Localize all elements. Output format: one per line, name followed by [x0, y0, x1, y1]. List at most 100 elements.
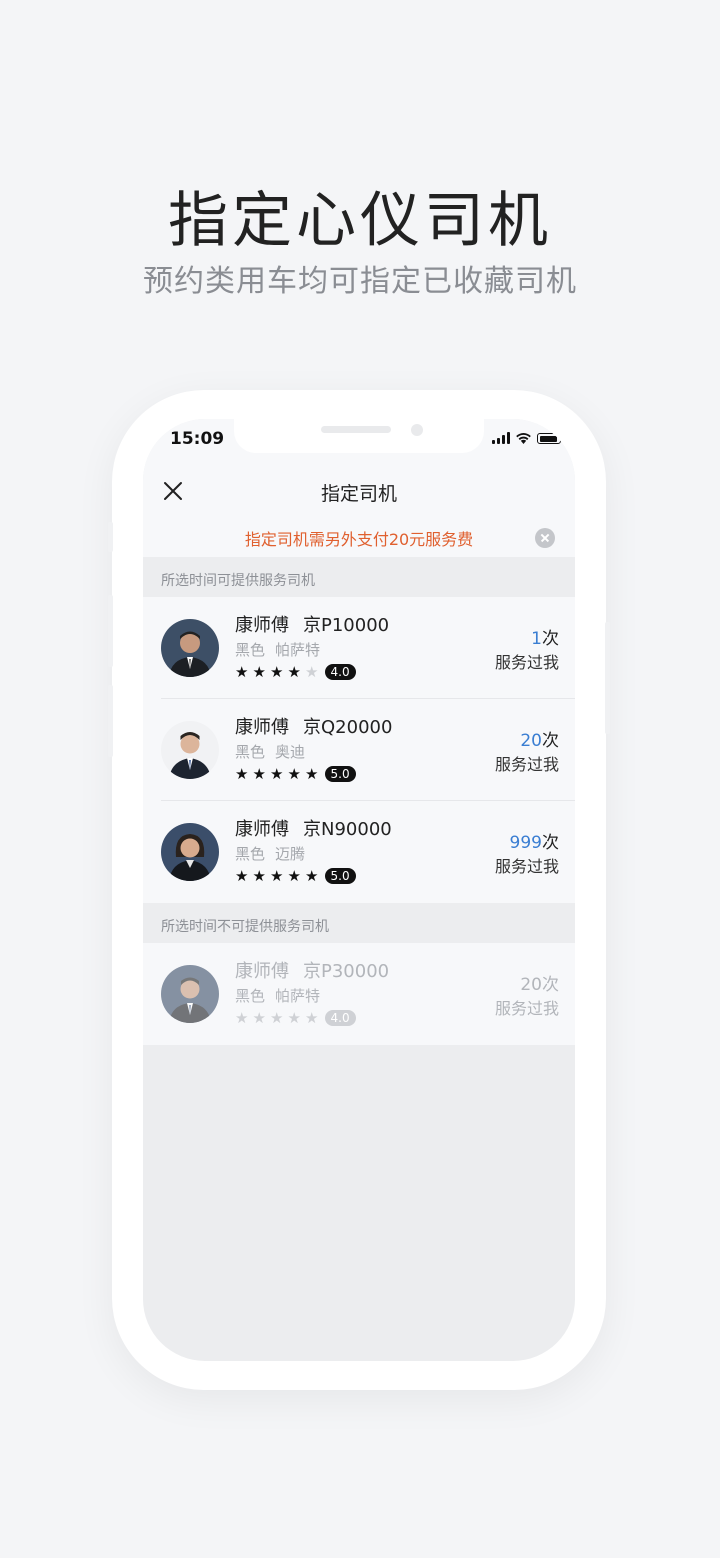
- served-me-label: 服务过我: [494, 857, 559, 876]
- service-count: 20次: [520, 970, 559, 995]
- driver-name-line: 康师傅 京P10000: [235, 611, 389, 637]
- phone-side-button: [108, 595, 113, 667]
- driver-row[interactable]: 康师傅 京N90000 黑色 迈腾 ★ ★ ★ ★ ★ 5.0 999次 服务过我: [143, 801, 575, 903]
- service-count: 20次: [520, 726, 559, 751]
- driver-name-line: 康师傅 京Q20000: [235, 713, 392, 739]
- star-icon: ★: [270, 1009, 284, 1027]
- star-icon: ★: [235, 765, 249, 783]
- service-count-unit: 次: [542, 833, 559, 853]
- star-icon: ★: [305, 663, 319, 681]
- driver-plate: 京P10000: [303, 615, 390, 636]
- promo-subtitle: 预约类用车均可指定已收藏司机: [143, 264, 577, 299]
- phone-frame: 15:09 指定司机 指定司机需另外支付20元服务费 所选时间可提供服务司机 康…: [108, 390, 610, 1390]
- star-icon: ★: [252, 765, 266, 783]
- driver-plate: 京Q20000: [303, 717, 393, 738]
- phone-notch: [234, 419, 484, 453]
- service-count: 999次: [510, 828, 559, 853]
- driver-name: 康师傅: [235, 819, 289, 840]
- avatar: [161, 823, 219, 881]
- star-icon: ★: [287, 867, 301, 885]
- car-color: 黑色: [235, 987, 266, 1005]
- service-count-number: 1: [531, 629, 542, 649]
- served-me-label: 服务过我: [494, 755, 559, 774]
- section-header-label: 所选时间不可提供服务司机: [161, 919, 329, 935]
- phone-side-button: [605, 622, 610, 734]
- star-icon: ★: [305, 1009, 319, 1027]
- car-color: 黑色: [235, 845, 266, 863]
- avatar: [161, 619, 219, 677]
- star-icon: ★: [270, 663, 284, 681]
- driver-row[interactable]: 康师傅 京Q20000 黑色 奥迪 ★ ★ ★ ★ ★ 5.0 20次 服务过我: [143, 699, 575, 801]
- phone-side-button: [108, 522, 113, 552]
- service-count: 1次: [531, 624, 559, 649]
- status-time: 15:09: [170, 429, 225, 449]
- star-icon: ★: [235, 1009, 249, 1027]
- rating-score-badge: 4.0: [324, 664, 356, 680]
- service-count-number: 999: [509, 833, 542, 853]
- car-model: 奥迪: [275, 743, 306, 761]
- star-icon: ★: [252, 867, 266, 885]
- served-me-label: 服务过我: [494, 653, 559, 672]
- car-model: 帕萨特: [275, 987, 321, 1005]
- service-count-unit: 次: [542, 975, 559, 995]
- star-icon: ★: [235, 867, 249, 885]
- driver-rating: ★ ★ ★ ★ ★ 5.0: [235, 766, 356, 782]
- avatar: [161, 721, 219, 779]
- star-icon: ★: [270, 867, 284, 885]
- car-color: 黑色: [235, 743, 266, 761]
- system-icons: [492, 432, 564, 444]
- section-header-label: 所选时间可提供服务司机: [161, 573, 315, 589]
- service-count-unit: 次: [542, 629, 559, 649]
- driver-car-line: 黑色 奥迪: [235, 741, 305, 762]
- rating-score-badge: 4.0: [324, 1010, 356, 1026]
- star-icon: ★: [305, 765, 319, 783]
- close-circle-icon[interactable]: [535, 528, 555, 548]
- driver-plate: 京P30000: [303, 961, 390, 982]
- promo-title: 指定心仪司机: [168, 186, 552, 256]
- car-model: 帕萨特: [275, 641, 321, 659]
- camera: [411, 424, 423, 436]
- star-icon: ★: [235, 663, 249, 681]
- driver-name-line: 康师傅 京N90000: [235, 815, 392, 841]
- driver-row-unavailable: 康师傅 京P30000 黑色 帕萨特 ★ ★ ★ ★ ★ 4.0 20次 服务过我: [143, 943, 575, 1045]
- avatar: [161, 965, 219, 1023]
- section-header-available: 所选时间可提供服务司机: [143, 557, 575, 597]
- driver-row[interactable]: 康师傅 京P10000 黑色 帕萨特 ★ ★ ★ ★ ★ 4.0 1次 服务过我: [143, 597, 575, 699]
- car-model: 迈腾: [275, 845, 306, 863]
- star-icon: ★: [305, 867, 319, 885]
- rating-score-badge: 5.0: [324, 766, 356, 782]
- page-title: 指定司机: [320, 483, 397, 505]
- served-me-label: 服务过我: [494, 999, 559, 1018]
- driver-name: 康师傅: [235, 717, 289, 738]
- nav-bar: 指定司机: [143, 463, 575, 519]
- driver-car-line: 黑色 迈腾: [235, 843, 305, 864]
- driver-car-line: 黑色 帕萨特: [235, 639, 320, 660]
- driver-name: 康师傅: [235, 615, 289, 636]
- service-count-number: 20: [520, 975, 542, 995]
- driver-rating: ★ ★ ★ ★ ★ 4.0: [235, 664, 356, 680]
- wifi-icon: [516, 433, 531, 444]
- star-icon: ★: [270, 765, 284, 783]
- service-count-number: 20: [520, 731, 542, 751]
- driver-rating: ★ ★ ★ ★ ★ 5.0: [235, 868, 356, 884]
- driver-rating: ★ ★ ★ ★ ★ 4.0: [235, 1010, 356, 1026]
- star-icon: ★: [287, 1009, 301, 1027]
- speaker: [321, 426, 391, 433]
- driver-car-line: 黑色 帕萨特: [235, 985, 320, 1006]
- driver-name: 康师傅: [235, 961, 289, 982]
- star-icon: ★: [287, 663, 301, 681]
- service-count-unit: 次: [542, 731, 559, 751]
- car-color: 黑色: [235, 641, 266, 659]
- signal-icon: [492, 432, 510, 444]
- fee-notice-text: 指定司机需另外支付20元服务费: [244, 530, 474, 549]
- fee-notice: 指定司机需另外支付20元服务费: [143, 519, 575, 557]
- star-icon: ★: [252, 1009, 266, 1027]
- star-icon: ★: [287, 765, 301, 783]
- section-header-unavailable: 所选时间不可提供服务司机: [143, 903, 575, 943]
- battery-icon: [537, 433, 564, 444]
- star-icon: ★: [252, 663, 266, 681]
- driver-plate: 京N90000: [303, 819, 392, 840]
- phone-side-button: [108, 685, 113, 757]
- rating-score-badge: 5.0: [324, 868, 356, 884]
- driver-name-line: 康师傅 京P30000: [235, 957, 389, 983]
